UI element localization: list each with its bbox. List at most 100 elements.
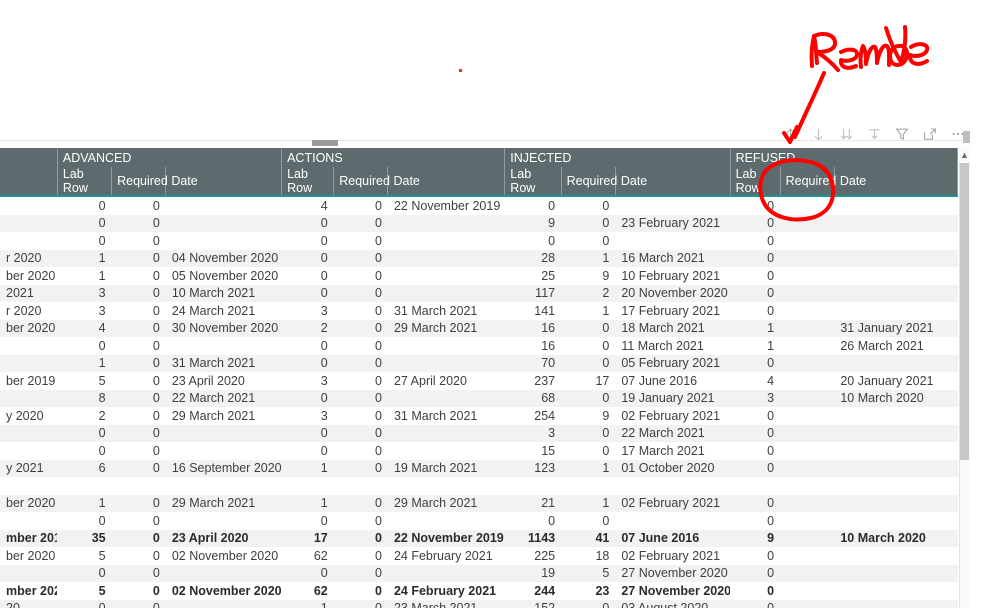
table-cell[interactable]: 0 xyxy=(281,267,334,285)
table-cell[interactable] xyxy=(780,267,835,285)
table-cell[interactable]: 0 xyxy=(333,267,388,285)
table-row[interactable]: 20001023 March 2021152003 August 20200 xyxy=(0,599,958,608)
table-cell[interactable]: 0 xyxy=(57,564,112,582)
table-row[interactable]: 0 0 0 0 19 5 27 November 2020 0 xyxy=(0,564,958,582)
table-row[interactable]: 0 0 0 0 15 0 17 March 2021 0 xyxy=(0,442,958,460)
table-cell[interactable]: 0 xyxy=(333,389,388,407)
column-header-actions-required[interactable]: Required xyxy=(333,167,390,197)
table-cell[interactable]: 0 xyxy=(111,267,166,285)
table-cell[interactable] xyxy=(834,407,958,425)
table-cell[interactable]: 0 xyxy=(730,459,781,477)
table-row[interactable]: 0000000 xyxy=(0,512,958,530)
table-cell[interactable]: 29 March 2021 xyxy=(387,319,505,337)
table-cell[interactable]: 0 xyxy=(333,354,388,372)
table-cell[interactable]: 29 March 2021 xyxy=(387,494,505,512)
table-cell[interactable] xyxy=(780,564,835,582)
table-cell[interactable] xyxy=(0,214,58,232)
table-cell[interactable] xyxy=(834,267,958,285)
table-cell[interactable] xyxy=(387,442,505,460)
table-cell[interactable]: 04 November 2020 xyxy=(165,249,282,267)
table-cell[interactable]: 0 xyxy=(333,249,388,267)
table-cell[interactable] xyxy=(834,477,958,495)
table-cell[interactable]: 35 xyxy=(57,529,112,547)
table-cell[interactable]: 0 xyxy=(333,459,388,477)
scroll-up-chevron-icon[interactable]: ▲ xyxy=(959,148,970,162)
table-cell[interactable] xyxy=(780,389,835,407)
table-cell[interactable]: 1 xyxy=(561,494,616,512)
table-cell[interactable] xyxy=(57,477,112,495)
table-cell[interactable] xyxy=(780,354,835,372)
table-cell[interactable]: 31 January 2021 xyxy=(834,319,958,337)
table-cell[interactable]: ber 2020 xyxy=(0,319,58,337)
table-cell[interactable] xyxy=(834,249,958,267)
table-cell[interactable]: 1 xyxy=(281,494,334,512)
table-cell[interactable]: 24 February 2021 xyxy=(387,547,505,565)
table-cell[interactable] xyxy=(834,196,958,215)
table-cell[interactable]: 0 xyxy=(333,372,388,390)
table-cell[interactable]: 62 xyxy=(281,582,334,600)
table-cell[interactable] xyxy=(387,389,505,407)
table-cell[interactable] xyxy=(615,196,731,215)
table-cell[interactable] xyxy=(780,477,835,495)
table-cell[interactable]: 117 xyxy=(504,284,562,302)
table-cell[interactable] xyxy=(333,477,388,495)
table-cell[interactable] xyxy=(780,424,835,442)
table-cell[interactable] xyxy=(0,232,58,250)
table-row[interactable]: mber 20205002 November 202062024 Februar… xyxy=(0,582,958,600)
table-cell[interactable] xyxy=(387,232,505,250)
table-cell[interactable]: 2 xyxy=(57,407,112,425)
table-cell[interactable]: 0 xyxy=(281,512,334,530)
table-cell[interactable]: 0 xyxy=(281,564,334,582)
table-cell[interactable]: 21 xyxy=(504,494,562,512)
table-cell[interactable] xyxy=(0,337,58,355)
table-cell[interactable]: 0 xyxy=(333,582,388,600)
table-cell[interactable]: 4 xyxy=(57,319,112,337)
table-cell[interactable]: y 2020 xyxy=(0,407,58,425)
table-cell[interactable]: 237 xyxy=(504,372,562,390)
table-cell[interactable]: 0 xyxy=(111,319,166,337)
horizontal-scrollbar-track[interactable] xyxy=(0,140,968,147)
table-cell[interactable]: 02 February 2021 xyxy=(615,407,731,425)
table-cell[interactable]: 4 xyxy=(281,196,334,215)
table-cell[interactable]: 23 April 2020 xyxy=(165,529,282,547)
table-cell[interactable]: 20 November 2020 xyxy=(615,284,731,302)
table-cell[interactable] xyxy=(834,494,958,512)
table-cell[interactable]: 9 xyxy=(504,214,562,232)
table-cell[interactable]: ber 2020 xyxy=(0,547,58,565)
table-cell[interactable]: 0 xyxy=(561,337,616,355)
table-cell[interactable] xyxy=(834,442,958,460)
table-cell[interactable]: 02 February 2021 xyxy=(615,494,731,512)
table-cell[interactable]: 41 xyxy=(561,529,616,547)
table-cell[interactable]: 16 xyxy=(504,319,562,337)
table-cell[interactable]: 2021 xyxy=(0,284,58,302)
table-cell[interactable]: 1 xyxy=(57,354,112,372)
table-cell[interactable]: 26 March 2021 xyxy=(834,337,958,355)
table-cell[interactable]: 2 xyxy=(281,319,334,337)
table-cell[interactable]: 5 xyxy=(57,372,112,390)
table-cell[interactable] xyxy=(0,564,58,582)
table-cell[interactable]: 0 xyxy=(333,196,388,215)
table-row[interactable]: y 2021 6 0 16 September 2020 1 0 19 March 2021… xyxy=(0,459,958,477)
table-cell[interactable] xyxy=(165,599,282,608)
table-cell[interactable]: 0 xyxy=(111,372,166,390)
table-cell[interactable] xyxy=(0,196,58,215)
table-cell[interactable]: 03 August 2020 xyxy=(615,599,731,608)
table-cell[interactable]: 0 xyxy=(281,389,334,407)
table-cell[interactable]: 254 xyxy=(504,407,562,425)
table-cell[interactable]: 23 April 2020 xyxy=(165,372,282,390)
table-cell[interactable]: 20 xyxy=(0,599,58,608)
table-row[interactable]: 0 0 0 0 16 0 11 March 2021 1 26 March 2021 xyxy=(0,337,958,355)
table-cell[interactable]: 23 xyxy=(561,582,616,600)
table-cell[interactable]: 23 March 2021 xyxy=(387,599,505,608)
table-cell[interactable] xyxy=(780,319,835,337)
table-cell[interactable]: 0 xyxy=(281,337,334,355)
table-cell[interactable]: 8 xyxy=(57,389,112,407)
table-cell[interactable] xyxy=(834,232,958,250)
table-cell[interactable]: 19 xyxy=(504,564,562,582)
table-cell[interactable]: 0 xyxy=(333,214,388,232)
table-cell[interactable] xyxy=(615,477,731,495)
table-cell[interactable]: 0 xyxy=(730,512,781,530)
table-cell[interactable]: 0 xyxy=(281,354,334,372)
table-cell[interactable]: 0 xyxy=(561,442,616,460)
table-cell[interactable]: 0 xyxy=(57,442,112,460)
